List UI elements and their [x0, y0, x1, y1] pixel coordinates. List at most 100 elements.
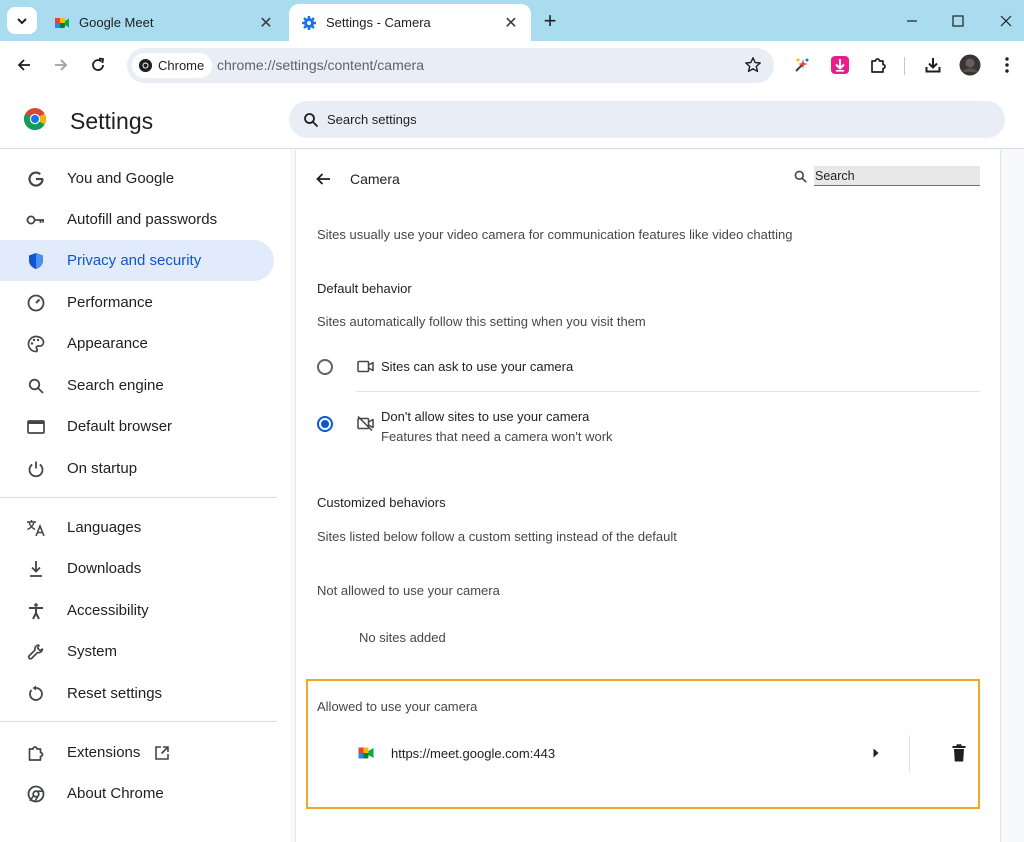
- palette-icon: [26, 334, 46, 354]
- profile-avatar[interactable]: [958, 53, 982, 77]
- sidebar-item-system[interactable]: System: [0, 631, 274, 672]
- search-icon: [794, 170, 807, 183]
- back-arrow-button[interactable]: [312, 168, 334, 190]
- browser-toolbar: Chrome chrome://settings/content/camera: [0, 41, 1024, 90]
- forward-button[interactable]: [48, 52, 74, 78]
- close-icon: [1000, 15, 1012, 27]
- search-settings-input[interactable]: Search settings: [289, 101, 1005, 138]
- sidebar-item-label: Reset settings: [67, 685, 163, 702]
- download-icon: [26, 559, 46, 579]
- wrench-icon: [26, 642, 46, 662]
- translate-icon: [26, 518, 46, 538]
- tab-search-button[interactable]: [7, 7, 37, 34]
- sidebar-item-label: System: [67, 643, 118, 660]
- search-icon: [26, 376, 46, 396]
- address-bar[interactable]: Chrome chrome://settings/content/camera: [127, 48, 774, 83]
- sidebar-item-you-and-google[interactable]: You and Google: [0, 158, 274, 199]
- gear-icon: [302, 15, 316, 30]
- sidebar-item-label: Default browser: [67, 418, 173, 435]
- bookmark-star-icon[interactable]: [744, 56, 762, 79]
- customized-behaviors-subtitle: Sites listed below follow a custom setti…: [317, 529, 677, 544]
- speedometer-icon: [26, 293, 46, 313]
- camera-search-input[interactable]: Search: [814, 166, 980, 186]
- option-block-label[interactable]: Don't allow sites to use your camera: [381, 409, 589, 424]
- reload-icon: [92, 57, 105, 71]
- site-info-chip[interactable]: Chrome: [132, 53, 213, 78]
- play-arrow-icon[interactable]: [872, 747, 880, 759]
- option-block-sublabel: Features that need a camera won't work: [381, 429, 613, 444]
- sidebar-item-appearance[interactable]: Appearance: [0, 323, 274, 364]
- video-camera-off-icon: [357, 416, 374, 431]
- reload-button[interactable]: [85, 52, 111, 78]
- camera-heading: Camera: [350, 171, 400, 187]
- maximize-icon: [952, 15, 964, 27]
- close-window-button[interactable]: [992, 8, 1020, 34]
- sidebar-item-on-startup[interactable]: On startup: [0, 448, 274, 489]
- maximize-button[interactable]: [944, 8, 972, 34]
- chrome-icon: [26, 784, 46, 804]
- close-icon[interactable]: ✕: [258, 15, 274, 32]
- site-chip-label: Chrome: [158, 58, 205, 73]
- downloads-icon[interactable]: [921, 53, 945, 77]
- sidebar-item-label: Performance: [67, 294, 153, 311]
- sidebar-item-label: Downloads: [67, 560, 142, 577]
- sidebar-item-reset-settings[interactable]: Reset settings: [0, 673, 274, 714]
- sidebar-item-label: On startup: [67, 460, 138, 477]
- minimize-button[interactable]: [898, 8, 926, 34]
- radio-block-camera[interactable]: [317, 416, 333, 432]
- radio-allow-ask[interactable]: [317, 359, 333, 375]
- video-camera-icon: [357, 360, 374, 373]
- extensions-puzzle-icon[interactable]: [866, 53, 890, 77]
- accessibility-icon: [26, 601, 46, 621]
- tab-strip: Google Meet ✕ Settings - Camera ✕ +: [0, 0, 1024, 41]
- external-link-icon: [154, 745, 170, 761]
- customized-behaviors-title: Customized behaviors: [317, 495, 446, 510]
- page-title: Settings: [70, 108, 154, 134]
- tab-title: Google Meet: [79, 15, 154, 30]
- google-g-icon: [26, 169, 46, 189]
- option-allow-label[interactable]: Sites can ask to use your camera: [381, 359, 573, 374]
- arrow-right-icon: [55, 59, 68, 71]
- arrow-left-icon: [316, 173, 330, 185]
- back-button[interactable]: [11, 52, 37, 78]
- sidebar-item-extensions[interactable]: Extensions: [0, 732, 274, 773]
- camera-search[interactable]: Search: [794, 166, 980, 186]
- default-behavior-subtitle: Sites automatically follow this setting …: [317, 314, 646, 329]
- not-allowed-empty-text: No sites added: [359, 630, 446, 645]
- sidebar-item-label: About Chrome: [67, 785, 164, 802]
- google-meet-icon: [358, 747, 374, 759]
- sidebar-item-autofill[interactable]: Autofill and passwords: [0, 199, 274, 240]
- allowed-site-url[interactable]: https://meet.google.com:443: [391, 746, 555, 761]
- chrome-logo-icon: [24, 108, 46, 130]
- google-meet-icon: [55, 17, 69, 28]
- sidebar-item-about-chrome[interactable]: About Chrome: [0, 773, 274, 814]
- url-text[interactable]: chrome://settings/content/camera: [217, 57, 424, 73]
- sidebar-divider: [0, 497, 277, 498]
- minimize-icon: [907, 20, 917, 22]
- trash-icon[interactable]: [951, 744, 967, 762]
- settings-header: Settings Search settings: [0, 90, 1024, 149]
- key-icon: [26, 210, 46, 230]
- search-icon: [303, 112, 319, 128]
- close-icon[interactable]: ✕: [503, 15, 519, 32]
- sidebar-item-search-engine[interactable]: Search engine: [0, 365, 274, 406]
- sidebar-item-label: Accessibility: [67, 602, 149, 619]
- chevron-down-icon: [17, 17, 27, 24]
- default-behavior-title: Default behavior: [317, 281, 412, 296]
- chrome-icon: [138, 58, 153, 73]
- extension-color-picker-icon[interactable]: [790, 53, 814, 77]
- power-icon: [26, 459, 46, 479]
- tab-google-meet[interactable]: Google Meet ✕: [42, 4, 286, 41]
- extension-download-icon[interactable]: [828, 53, 852, 77]
- sidebar-item-accessibility[interactable]: Accessibility: [0, 590, 274, 631]
- sidebar-item-performance[interactable]: Performance: [0, 282, 274, 323]
- sidebar-item-downloads[interactable]: Downloads: [0, 548, 274, 589]
- sidebar-item-default-browser[interactable]: Default browser: [0, 406, 274, 447]
- sidebar-item-privacy-and-security[interactable]: Privacy and security: [0, 240, 274, 281]
- camera-description: Sites usually use your video camera for …: [317, 227, 793, 242]
- arrow-left-icon: [17, 59, 30, 71]
- tab-settings-camera[interactable]: Settings - Camera ✕: [289, 4, 531, 41]
- new-tab-button[interactable]: +: [538, 8, 562, 33]
- more-menu-icon[interactable]: [995, 53, 1019, 77]
- sidebar-item-languages[interactable]: Languages: [0, 507, 274, 548]
